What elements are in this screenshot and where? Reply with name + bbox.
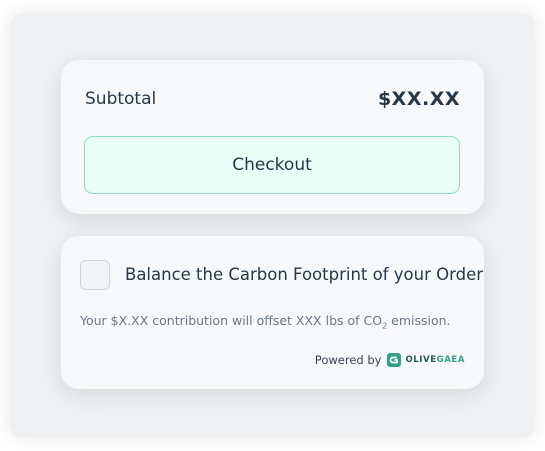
carbon-offset-checkbox[interactable] — [80, 260, 110, 290]
brand-gaea: GAEA — [436, 355, 465, 365]
carbon-offset-label[interactable]: Balance the Carbon Footprint of your Ord… — [125, 265, 483, 284]
olivegaea-logo-icon — [387, 353, 402, 367]
contribution-suffix: emission. — [387, 313, 451, 328]
subtotal-label: Subtotal — [85, 89, 157, 109]
powered-by-label: Powered by — [314, 353, 382, 367]
subtotal-row: Subtotal $XX.XX — [85, 88, 460, 110]
checkout-button[interactable]: Checkout — [84, 136, 460, 194]
contribution-text: Your $X.XX contribution will offset XXX … — [80, 313, 451, 331]
cart-summary-card: Subtotal $XX.XX Checkout — [61, 60, 484, 214]
contribution-prefix: Your $X.XX contribution will offset XXX … — [80, 313, 383, 328]
olivegaea-wordmark: OLIVEGAEA — [405, 355, 465, 365]
carbon-offset-card: Balance the Carbon Footprint of your Ord… — [61, 236, 484, 389]
brand-olive: OLIVE — [405, 355, 437, 365]
subtotal-value: $XX.XX — [377, 88, 460, 110]
olivegaea-logo[interactable]: OLIVEGAEA — [387, 353, 465, 367]
powered-by: Powered by OLIVEGAEA — [315, 353, 465, 367]
